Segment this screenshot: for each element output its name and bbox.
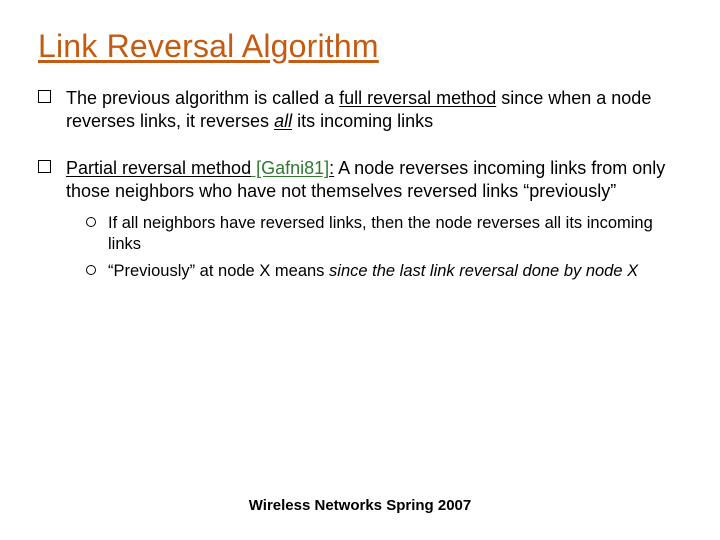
sub-bullet-2-text: “Previously” at node X means since the l… [108,262,638,280]
slide: Link Reversal Algorithm The previous alg… [0,0,720,540]
all-term: all [274,111,292,131]
citation: [Gafni81] [251,158,329,178]
square-bullet-icon [38,160,51,173]
sub-bullet-2: “Previously” at node X means since the l… [86,261,682,282]
slide-title: Link Reversal Algorithm [38,28,682,65]
sub-bullet-1-text: If all neighbors have reversed links, th… [108,214,653,253]
previously-definition: since the last link reversal done by nod… [329,262,638,280]
bullet-2-text: Partial reversal method [Gafni81]: A nod… [66,158,665,201]
circle-bullet-icon [86,265,96,275]
slide-footer: Wireless Networks Spring 2007 [0,497,720,514]
full-reversal-term: full reversal method [339,88,496,108]
bullet-1: The previous algorithm is called a full … [38,87,682,133]
sub-bullet-list: If all neighbors have reversed links, th… [86,213,682,282]
partial-reversal-term: Partial reversal method [66,158,251,178]
bullet-list: The previous algorithm is called a full … [38,87,682,282]
text-fragment: The previous algorithm is called a [66,88,339,108]
bullet-1-text: The previous algorithm is called a full … [66,88,651,131]
sub-bullet-1: If all neighbors have reversed links, th… [86,213,682,255]
text-fragment: its incoming links [292,111,433,131]
text-fragment: “Previously” at node X means [108,262,329,280]
circle-bullet-icon [86,217,96,227]
bullet-2: Partial reversal method [Gafni81]: A nod… [38,157,682,282]
square-bullet-icon [38,90,51,103]
